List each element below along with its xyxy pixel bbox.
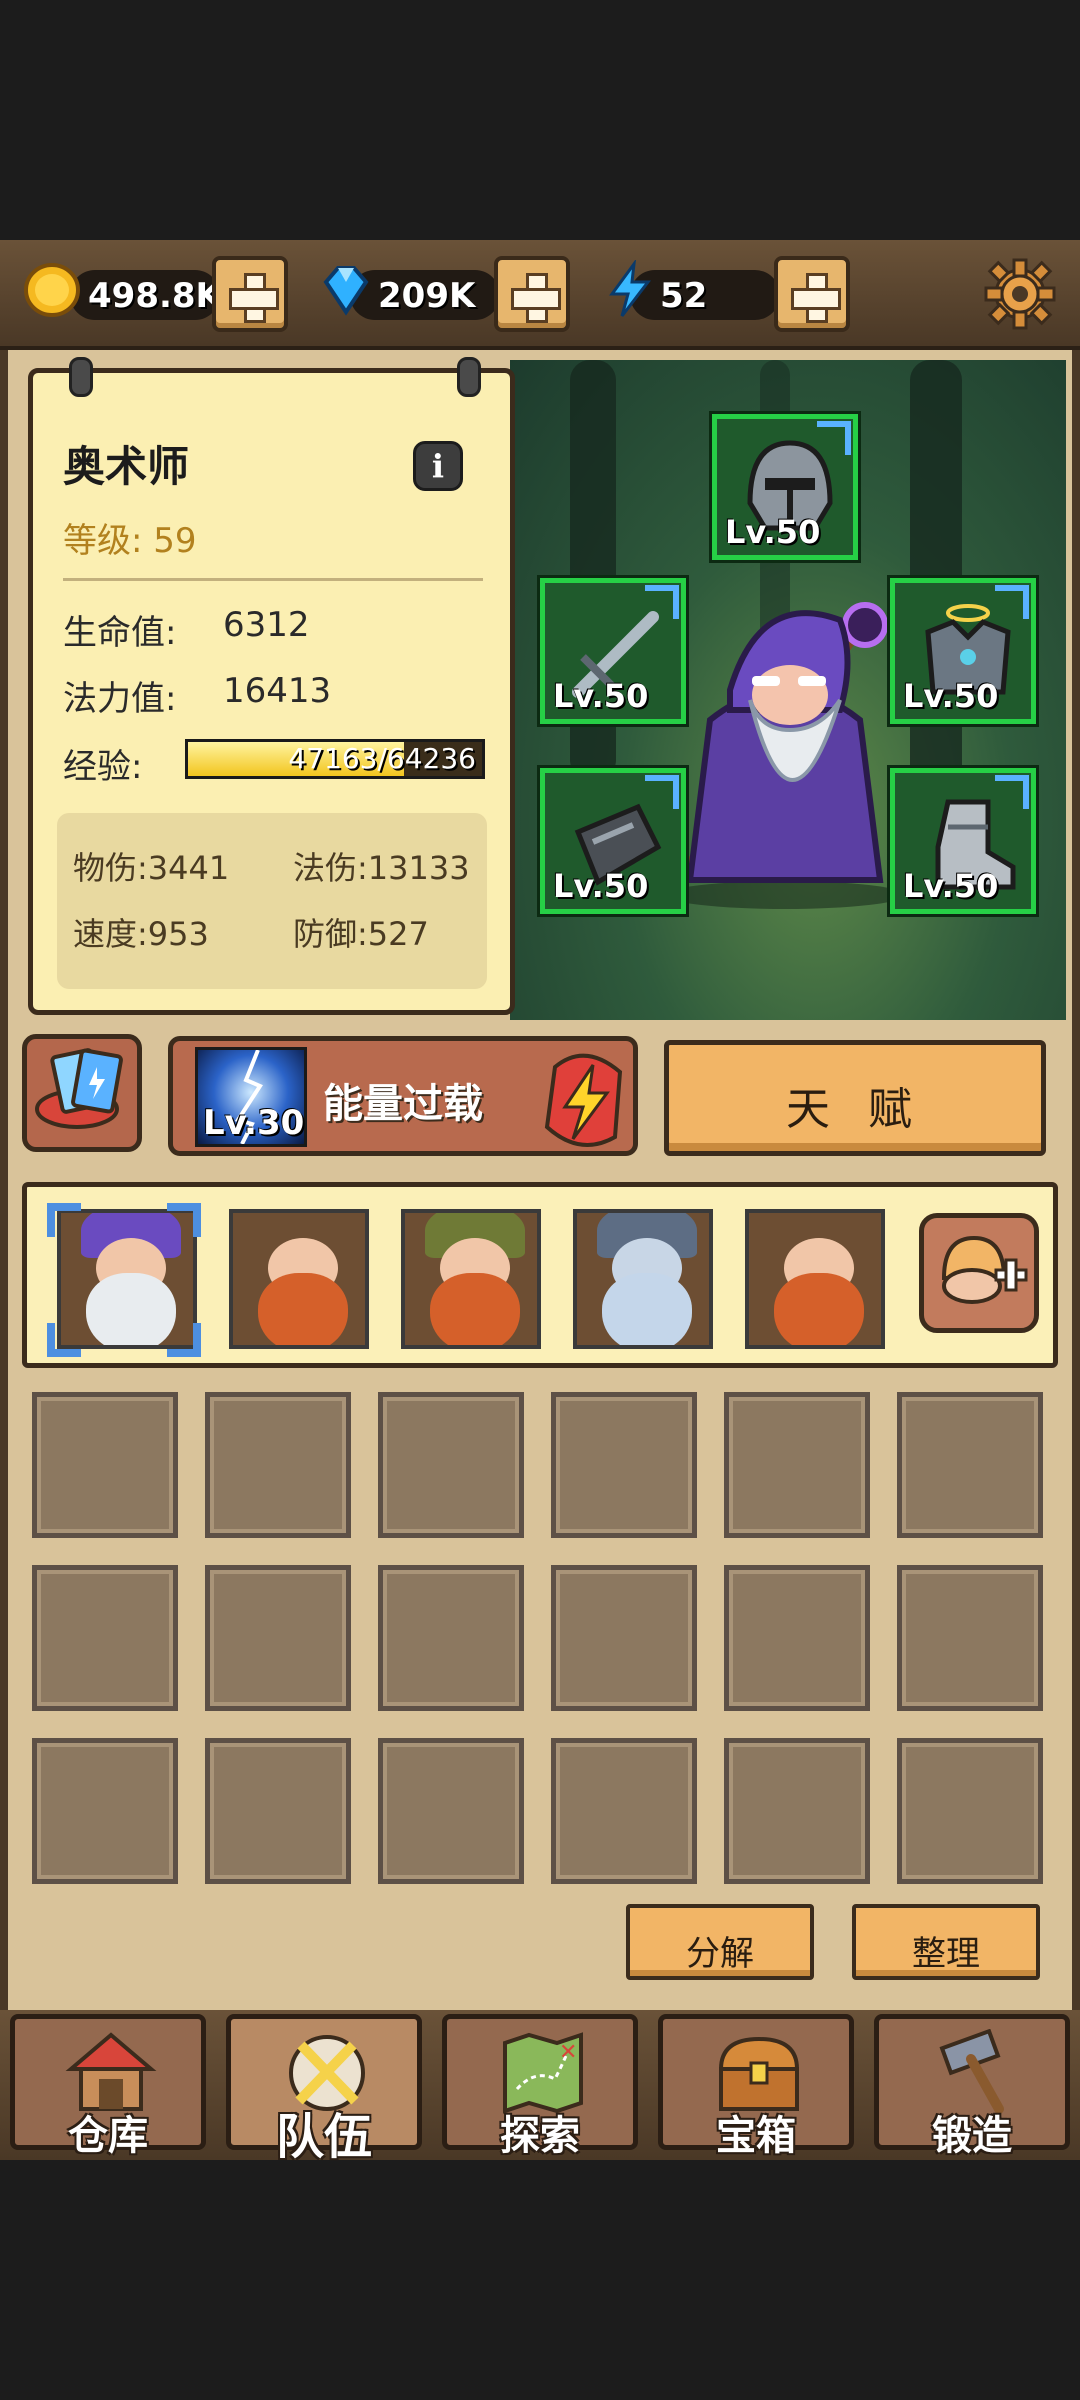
diamond-icon	[323, 266, 369, 316]
inventory-slot[interactable]	[551, 1392, 697, 1538]
team-member-viking-dwarf[interactable]	[573, 1209, 713, 1349]
inventory-slot[interactable]	[897, 1392, 1043, 1538]
nav-tab-warehouse[interactable]: 仓库	[10, 2014, 206, 2159]
inventory-slot[interactable]	[205, 1565, 351, 1711]
inventory-slot[interactable]	[724, 1565, 870, 1711]
exp-label: 经验:	[63, 747, 143, 787]
team-member-dwarf[interactable]	[745, 1209, 885, 1349]
decompose-button[interactable]: 分解	[626, 1904, 814, 1980]
inventory-slot[interactable]	[32, 1392, 178, 1538]
upgrade-bolt-icon	[544, 1053, 623, 1147]
inventory-slot[interactable]	[378, 1392, 524, 1538]
team-member-dwarf[interactable]	[229, 1209, 369, 1349]
skill-name: 能量过载	[323, 1081, 483, 1127]
gold-amount: 498.8K	[88, 276, 222, 316]
sub-stats-panel: 物伤:3441 法伤:13133 速度:953 防御:527	[57, 813, 487, 989]
equip-level: Lv.50	[903, 867, 999, 905]
skill-level: Lv.30	[203, 1103, 305, 1143]
nav-tab-team[interactable]: 队伍	[226, 2014, 422, 2165]
nav-label: 锻造	[932, 2113, 1012, 2159]
level-label: 等级:	[63, 521, 143, 561]
inventory-slot[interactable]	[378, 1738, 524, 1884]
decompose-label: 分解	[686, 1934, 754, 1974]
magic-damage-stat: 法伤:13133	[293, 849, 470, 887]
equip-level: Lv.50	[553, 867, 649, 905]
talent-label: 天 赋	[786, 1084, 924, 1135]
speed-stat: 速度:953	[73, 915, 209, 953]
inventory-slot[interactable]	[378, 1565, 524, 1711]
info-icon[interactable]: i	[413, 441, 463, 491]
equip-slot-weapon[interactable]: Lv.50	[540, 578, 686, 724]
physical-damage-stat: 物伤:3441	[73, 849, 230, 887]
lightning-energy-icon	[609, 260, 652, 317]
nav-label: 仓库	[68, 2113, 148, 2159]
exp-progress-text: 47163/64236	[288, 742, 476, 775]
inventory-slot[interactable]	[205, 1392, 351, 1538]
inventory-slot[interactable]	[32, 1738, 178, 1884]
mp-value: 16413	[223, 671, 332, 711]
sort-label: 整理	[912, 1934, 980, 1974]
team-roster	[22, 1182, 1058, 1368]
hero-info-card: 奥术师 i 等级: 59 生命值: 6312 法力值: 16413 经验: 47…	[28, 357, 515, 1015]
settings-gear-icon[interactable]	[982, 256, 1058, 332]
divider	[63, 578, 483, 581]
exp-progress-bar: 47163/64236	[185, 739, 485, 779]
inventory-slot[interactable]	[205, 1738, 351, 1884]
selection-frame	[47, 1203, 201, 1357]
diamond-amount: 209K	[378, 276, 476, 316]
sort-button[interactable]: 整理	[852, 1904, 1040, 1980]
inventory-slot[interactable]	[897, 1738, 1043, 1884]
inventory-slot[interactable]	[32, 1565, 178, 1711]
add-hero-icon	[941, 1235, 1028, 1304]
add-energy-button[interactable]	[774, 256, 850, 332]
add-gold-button[interactable]	[212, 256, 288, 332]
cards-icon	[35, 1048, 123, 1129]
resource-bar: 498.8K 209K 52	[0, 240, 1080, 350]
nav-tab-forge[interactable]: 锻造	[874, 2014, 1070, 2159]
nav-label: 队伍	[275, 2109, 372, 2165]
pin-icon	[457, 357, 481, 397]
pin-icon	[69, 357, 93, 397]
equip-level: Lv.50	[903, 677, 999, 715]
inventory-slot[interactable]	[551, 1565, 697, 1711]
equip-slot-armor[interactable]: Lv.50	[890, 578, 1036, 724]
mp-label: 法力值:	[63, 679, 177, 719]
skill-button[interactable]: Lv.30 能量过载	[168, 1036, 638, 1156]
equip-level: Lv.50	[553, 677, 649, 715]
gold-coin-icon	[24, 263, 80, 317]
add-team-member-button[interactable]	[919, 1213, 1039, 1333]
nav-label: 宝箱	[716, 2113, 796, 2159]
add-diamonds-button[interactable]	[494, 256, 570, 332]
equip-slot-bracer[interactable]: Lv.50	[540, 768, 686, 914]
hero-level: 等级: 59	[63, 513, 197, 562]
hero-name: 奥术师	[63, 442, 190, 491]
inventory-slot[interactable]	[724, 1738, 870, 1884]
inventory-slot[interactable]	[724, 1392, 870, 1538]
equip-level: Lv.50	[725, 513, 821, 551]
nav-label: 探索	[500, 2113, 580, 2159]
level-value: 59	[153, 521, 197, 561]
inventory-slot[interactable]	[897, 1565, 1043, 1711]
nav-tab-explore[interactable]: ✕ 探索	[442, 2014, 638, 2159]
equip-slot-boots[interactable]: Lv.50	[890, 768, 1036, 914]
hp-label: 生命值:	[63, 613, 177, 653]
team-member-hooded-dwarf[interactable]	[401, 1209, 541, 1349]
inventory-slot[interactable]	[551, 1738, 697, 1884]
hp-value: 6312	[223, 605, 310, 645]
energy-amount: 52	[660, 276, 708, 316]
card-deck-button[interactable]	[22, 1034, 142, 1152]
nav-tab-chest[interactable]: 宝箱	[658, 2014, 854, 2159]
defense-stat: 防御:527	[293, 915, 429, 953]
equip-slot-helmet[interactable]: Lv.50	[712, 414, 858, 560]
talent-button[interactable]: 天 赋	[664, 1040, 1046, 1156]
svg-text:✕: ✕	[559, 2040, 577, 2065]
bottom-navigation: 仓库 队伍 ✕ 探索 宝箱 锻造	[0, 2010, 1080, 2165]
